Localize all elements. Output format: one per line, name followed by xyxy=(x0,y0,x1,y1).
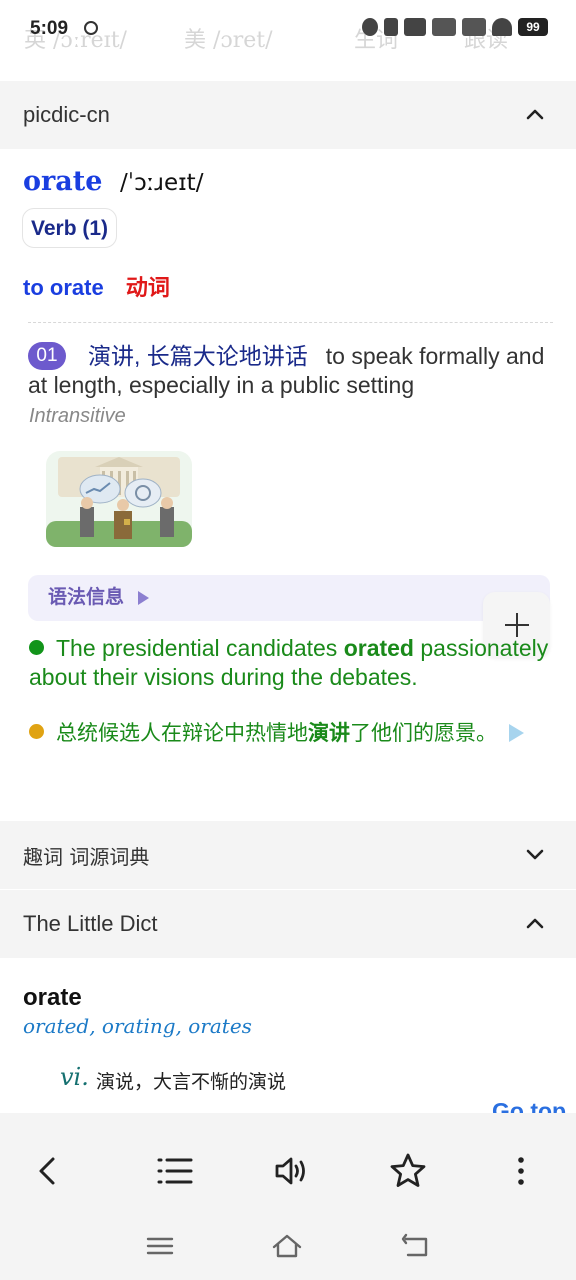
pronunciation-ipa: /ˈɔːɹeɪt/ xyxy=(120,170,204,196)
example-en-keyword: orated xyxy=(343,635,414,661)
sense-chinese: 动词 xyxy=(125,275,170,300)
section-header-quci[interactable]: 趣词 词源词典 xyxy=(0,821,576,889)
sense-english: to orate xyxy=(23,275,104,300)
chevron-up-icon xyxy=(526,109,544,120)
sense-line: to orate 动词 xyxy=(23,270,170,302)
wifi-icon xyxy=(492,18,512,36)
grammar-info-label: 语法信息 xyxy=(48,587,125,608)
alarm-clock-icon xyxy=(362,18,378,36)
back-nav-icon[interactable] xyxy=(400,1231,432,1261)
alarm-icon xyxy=(84,21,98,35)
faded-us-pron: 美 /ɔret/ xyxy=(184,28,273,53)
definition-chinese: 演讲, 长篇大论地讲话 xyxy=(88,343,308,369)
expand-triangle-icon xyxy=(138,590,150,605)
example-zh-part: 总统候选人在辩论中热情地 xyxy=(56,721,308,745)
part-of-speech-chip[interactable]: Verb (1) xyxy=(22,208,118,248)
go-top-link[interactable]: Go top xyxy=(492,1098,576,1114)
bottom-toolbar xyxy=(0,1113,576,1213)
section-header-little-dict[interactable]: The Little Dict xyxy=(0,890,576,958)
little-dict-meaning: 演说，大言不惭的演说 xyxy=(96,1071,287,1093)
usage-label: Intransitive xyxy=(29,405,126,427)
chevron-up-icon xyxy=(526,918,544,929)
inflected-forms: orated, orating, orates xyxy=(23,1014,252,1038)
home-icon[interactable] xyxy=(271,1231,303,1261)
example-zh-part: 了他们的愿景。 xyxy=(350,721,497,745)
headword: orate xyxy=(23,166,103,197)
example-en-part: The presidential candidates xyxy=(56,635,344,661)
little-dict-pos: vi. xyxy=(60,1063,89,1091)
system-navigation-bar xyxy=(0,1213,576,1280)
sense-number-badge: 01 xyxy=(28,342,66,370)
example-chinese: 总统候选人在辩论中热情地演讲了他们的愿景。 xyxy=(29,718,549,748)
list-icon[interactable] xyxy=(155,1151,195,1191)
section-title: 趣词 词源词典 xyxy=(23,844,150,869)
dashed-divider xyxy=(28,322,553,323)
signal-5g-icon xyxy=(432,18,456,36)
speaker-icon[interactable] xyxy=(271,1151,311,1191)
grammar-info-toggle[interactable]: 语法信息 xyxy=(28,575,550,621)
example-zh-keyword: 演讲 xyxy=(308,721,350,745)
illustration-image[interactable] xyxy=(40,445,198,553)
signal-5g-icon-2 xyxy=(462,18,486,36)
status-bar: 英 /ɔːreɪt/ 美 /ɔret/ 生词 跟读 5:09 99 xyxy=(0,0,576,80)
battery-icon: 99 xyxy=(518,18,548,36)
menu-icon[interactable] xyxy=(144,1231,176,1261)
bullet-green-icon xyxy=(29,640,44,655)
section-header-picdic[interactable]: picdic-cn xyxy=(0,81,576,149)
back-icon[interactable] xyxy=(28,1151,68,1191)
status-icons: 99 xyxy=(362,18,548,36)
hd-icon xyxy=(404,18,426,36)
status-time: 5:09 xyxy=(30,18,69,39)
vibrate-icon xyxy=(384,18,398,36)
little-dict-headword: orate xyxy=(23,984,82,1011)
play-audio-icon[interactable] xyxy=(509,724,524,742)
example-english: The presidential candidates orated passi… xyxy=(29,634,549,692)
definition: 01 演讲, 长篇大论地讲话 to speak formally and at le… xyxy=(28,342,548,400)
more-icon[interactable] xyxy=(501,1151,541,1191)
section-title: picdic-cn xyxy=(23,102,110,127)
star-icon[interactable] xyxy=(388,1151,428,1191)
section-title: The Little Dict xyxy=(23,911,158,936)
chevron-down-icon xyxy=(526,849,544,860)
bullet-yellow-icon xyxy=(29,724,44,739)
